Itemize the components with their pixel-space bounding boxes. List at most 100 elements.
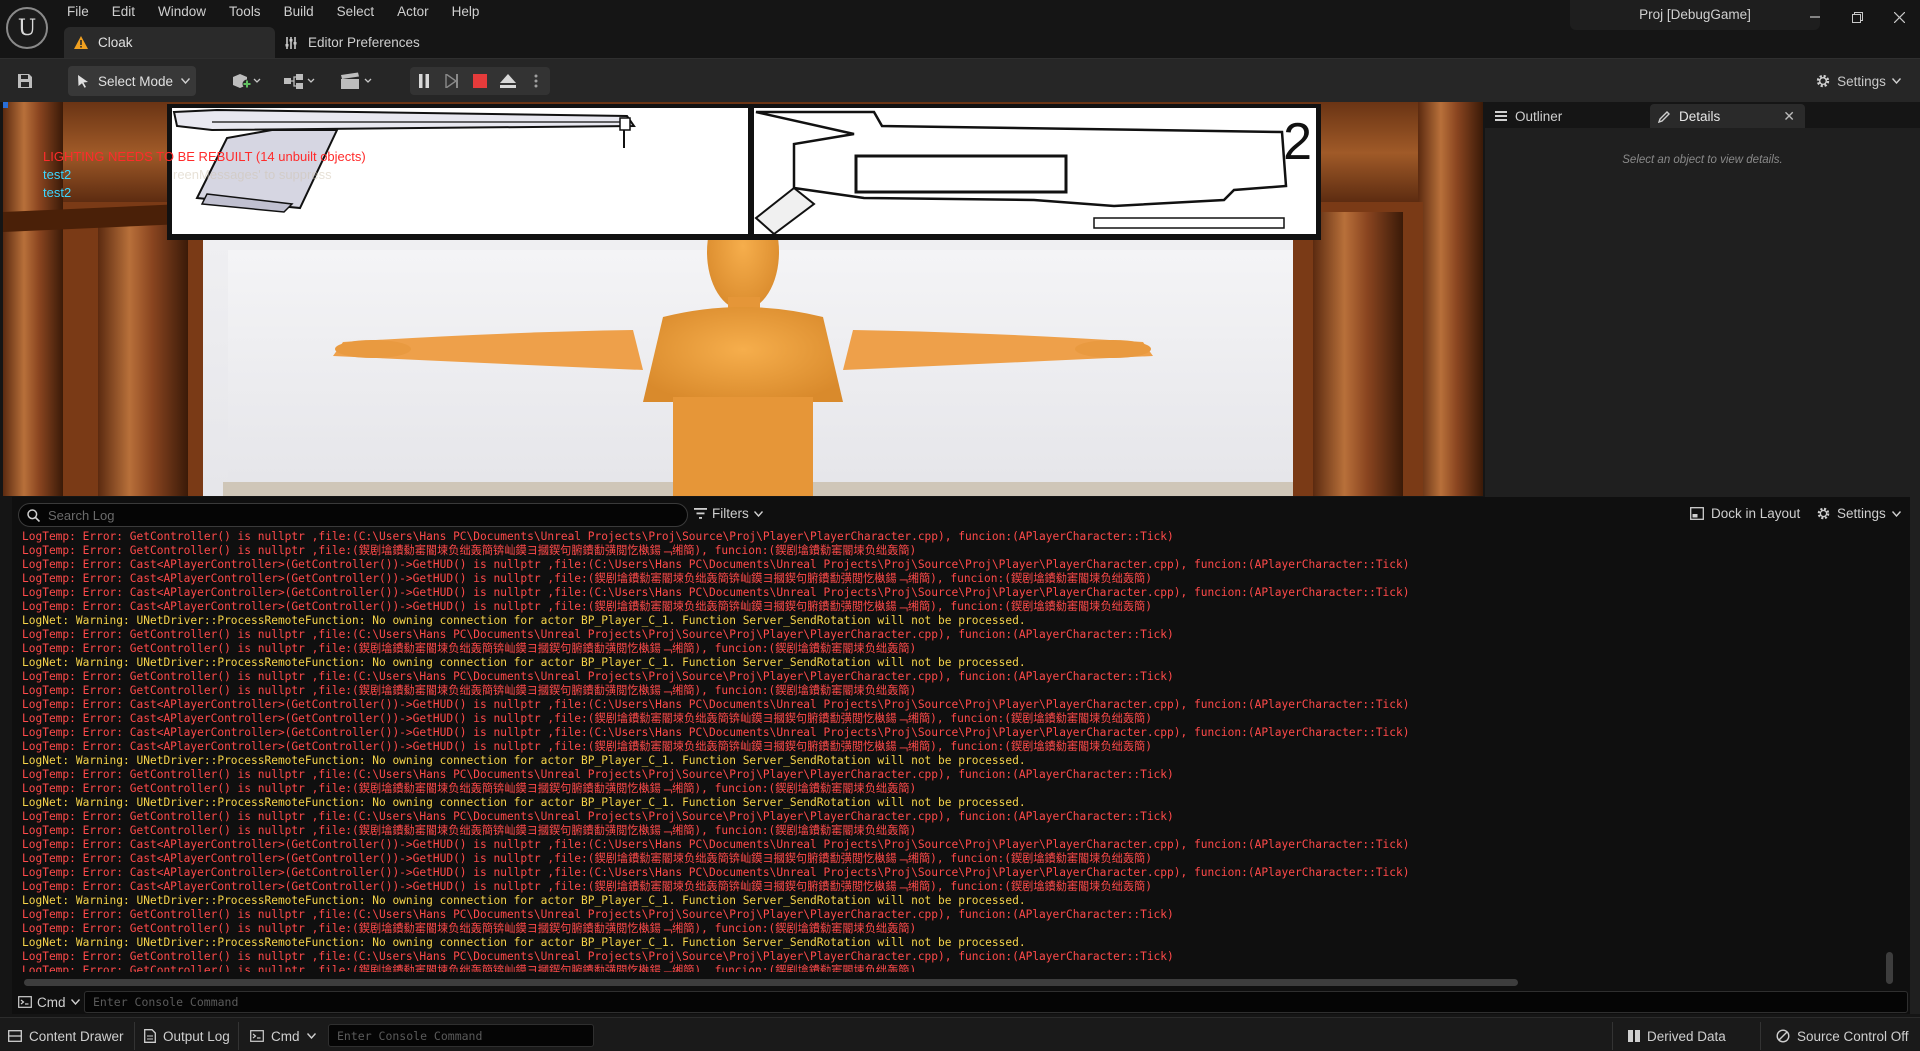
database-icon (1628, 1030, 1640, 1042)
log-line: LogTemp: Error: Cast<APlayerController>(… (22, 852, 1152, 865)
menu-build[interactable]: Build (273, 0, 326, 24)
log-line: LogTemp: Error: Cast<APlayerController>(… (22, 698, 1410, 711)
cinematics-button[interactable] (336, 66, 376, 96)
chevron-down-icon (1891, 510, 1901, 517)
tab-level-cloak[interactable]: Cloak (64, 27, 275, 58)
source-control-off-icon (1776, 1029, 1790, 1043)
terminal-icon (250, 1030, 264, 1042)
save-icon (18, 74, 32, 88)
minimize-icon (1810, 16, 1820, 18)
blueprints-button[interactable] (280, 66, 320, 96)
title-bar: U File Edit Window Tools Build Select Ac… (0, 0, 1920, 58)
select-mode-label: Select Mode (98, 73, 174, 89)
log-line: LogTemp: Error: Cast<APlayerController>(… (22, 838, 1410, 851)
log-line: LogTemp: Error: GetController() is nullp… (22, 544, 917, 557)
project-name: Proj [DebugGame] (1570, 0, 1820, 30)
filter-icon (694, 508, 707, 519)
level-warning-icon (74, 36, 88, 49)
menu-tools[interactable]: Tools (218, 0, 273, 24)
search-log-field[interactable] (18, 503, 688, 527)
terminal-icon (18, 996, 32, 1008)
menu-window[interactable]: Window (147, 0, 218, 24)
eject-button[interactable] (494, 67, 522, 95)
toolbar-settings-button[interactable]: Settings (1808, 66, 1908, 96)
blueprint-nodes-icon (284, 74, 315, 89)
log-line: LogTemp: Error: GetController() is nullp… (22, 908, 1174, 921)
pencil-icon (1658, 110, 1670, 123)
cmd-selector-dropdown[interactable]: Cmd (12, 995, 80, 1010)
play-controls (410, 67, 550, 95)
restore-icon (1851, 11, 1863, 23)
log-line: LogNet: Warning: UNetDriver::ProcessRemo… (22, 656, 1026, 669)
gear-icon (1817, 507, 1830, 520)
minimize-button[interactable] (1800, 6, 1830, 28)
log-line: LogTemp: Error: GetController() is nullp… (22, 950, 1174, 963)
log-search-row: Filters Dock in Layout Settings (12, 500, 1910, 530)
cmd-selector-label: Cmd (37, 994, 66, 1010)
unreal-logo-icon[interactable]: U (6, 7, 48, 49)
pause-button[interactable] (410, 67, 438, 95)
menu-edit[interactable]: Edit (101, 0, 147, 24)
log-filters-button[interactable]: Filters (694, 506, 763, 521)
save-button[interactable] (12, 66, 38, 96)
log-vertical-scrollbar[interactable] (1886, 952, 1893, 984)
close-window-button[interactable] (1884, 6, 1914, 28)
log-line: LogNet: Warning: UNetDriver::ProcessRemo… (22, 796, 1026, 809)
tab-details[interactable]: Details ✕ (1650, 104, 1805, 128)
step-forward-icon (445, 74, 458, 88)
restore-button[interactable] (1842, 6, 1872, 28)
log-horizontal-scrollbar[interactable] (24, 979, 1518, 986)
output-log-panel: Filters Dock in Layout Settings LogTemp:… (12, 497, 1910, 1014)
console-command-input[interactable] (84, 991, 1908, 1013)
level-viewport[interactable]: 2 LIGHTING NEEDS TO BE REBUILT (14 unbui… (3, 102, 1483, 496)
tab-editor-preferences-label: Editor Preferences (308, 35, 420, 50)
dock-icon (1690, 507, 1704, 520)
add-cube-icon (233, 74, 261, 89)
menu-select[interactable]: Select (326, 0, 387, 24)
hud-weapon-bar: 2 (167, 104, 1321, 240)
source-control-button[interactable]: Source Control Off (1768, 1024, 1918, 1048)
menu-file[interactable]: File (56, 0, 101, 24)
weapon-sketch-icon (754, 110, 1288, 234)
close-icon (1893, 11, 1905, 23)
menu-help[interactable]: Help (441, 0, 492, 24)
add-actor-button[interactable] (228, 66, 264, 96)
main-toolbar: Select Mode Settings (0, 58, 1920, 102)
content-drawer-button[interactable]: Content Drawer (0, 1024, 130, 1048)
close-details-tab-button[interactable]: ✕ (1783, 108, 1795, 125)
log-line: LogTemp: Error: GetController() is nullp… (22, 530, 1174, 543)
menu-actor[interactable]: Actor (386, 0, 441, 24)
details-empty-message: Select an object to view details. (1622, 154, 1783, 166)
log-filters-label: Filters (712, 506, 749, 521)
statusbar-cmd-dropdown[interactable]: Cmd (242, 1024, 317, 1048)
step-frame-button[interactable] (438, 67, 466, 95)
derived-data-button[interactable]: Derived Data (1620, 1024, 1740, 1048)
dock-in-layout-button[interactable]: Dock in Layout (1690, 506, 1800, 521)
output-log-label: Output Log (163, 1028, 230, 1044)
chevron-down-icon (70, 999, 80, 1005)
suppress-hint-text: reenMessages' to suppress (173, 167, 332, 182)
log-lines: LogTemp: Error: GetController() is nullp… (22, 530, 1892, 972)
log-line: LogTemp: Error: GetController() is nullp… (22, 642, 917, 655)
tab-editor-preferences[interactable]: Editor Preferences (280, 27, 420, 58)
tab-level-label: Cloak (98, 35, 133, 50)
log-line: LogTemp: Error: Cast<APlayerController>(… (22, 740, 1152, 753)
divider (238, 1022, 239, 1050)
pause-icon (419, 74, 429, 88)
tab-outliner[interactable]: Outliner (1487, 104, 1647, 128)
play-options-button[interactable] (522, 67, 550, 95)
drawer-icon (8, 1030, 22, 1042)
output-log-button[interactable]: Output Log (136, 1024, 231, 1048)
divider (134, 1022, 135, 1050)
clapperboard-icon (341, 72, 372, 89)
stop-button[interactable] (466, 67, 494, 95)
log-line: LogTemp: Error: GetController() is nullp… (22, 670, 1174, 683)
search-log-input[interactable] (48, 507, 668, 523)
log-line: LogNet: Warning: UNetDriver::ProcessRemo… (22, 754, 1026, 767)
statusbar-console-input[interactable] (328, 1024, 594, 1047)
select-mode-dropdown[interactable]: Select Mode (68, 66, 196, 96)
status-bar: Content Drawer Output Log Cmd Derived Da… (0, 1017, 1920, 1051)
sliders-icon (284, 36, 298, 50)
log-settings-button[interactable]: Settings (1816, 506, 1901, 521)
divider (1612, 1022, 1613, 1050)
